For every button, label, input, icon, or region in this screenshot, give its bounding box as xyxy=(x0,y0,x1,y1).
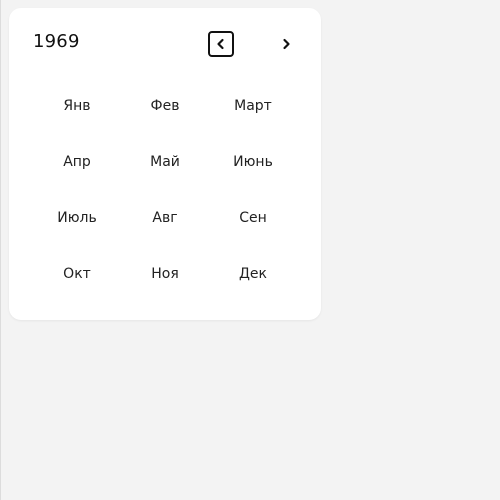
months-grid: Янв Фев Март Апр Май Июнь Июль Авг Сен О… xyxy=(33,78,297,302)
next-year-button[interactable] xyxy=(273,31,299,57)
month-apr[interactable]: Апр xyxy=(33,134,121,190)
month-picker: 1969 Янв Фев Март Апр Май Июнь Июль Авг … xyxy=(9,8,321,320)
month-jul[interactable]: Июль xyxy=(33,190,121,246)
page-edge xyxy=(0,0,1,500)
month-feb[interactable]: Фев xyxy=(121,78,209,134)
month-oct[interactable]: Окт xyxy=(33,246,121,302)
month-sep[interactable]: Сен xyxy=(209,190,297,246)
month-aug[interactable]: Авг xyxy=(121,190,209,246)
previous-year-button[interactable] xyxy=(208,31,234,57)
year-label[interactable]: 1969 xyxy=(33,30,80,54)
month-dec[interactable]: Дек xyxy=(209,246,297,302)
month-jan[interactable]: Янв xyxy=(33,78,121,134)
month-nov[interactable]: Ноя xyxy=(121,246,209,302)
month-jun[interactable]: Июнь xyxy=(209,134,297,190)
month-mar[interactable]: Март xyxy=(209,78,297,134)
chevron-left-icon xyxy=(217,38,224,50)
month-may[interactable]: Май xyxy=(121,134,209,190)
chevron-right-icon xyxy=(283,38,290,50)
